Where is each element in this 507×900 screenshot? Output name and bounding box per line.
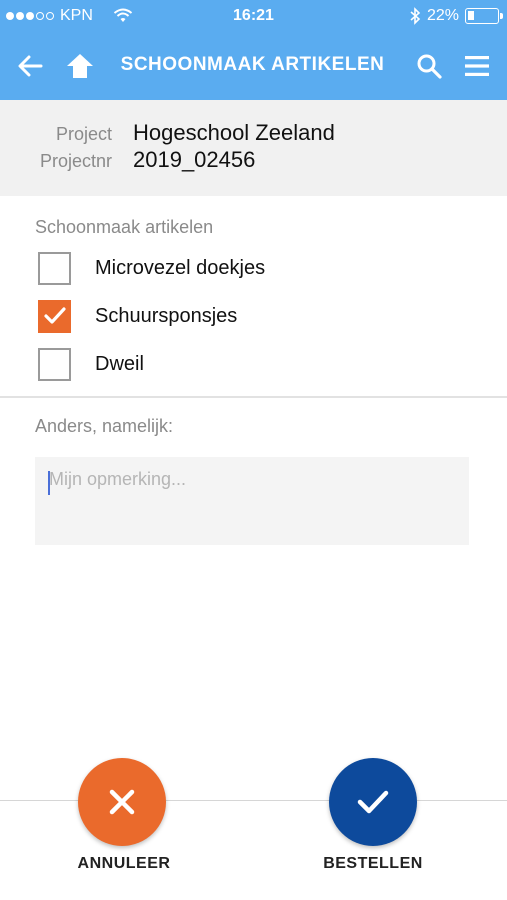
projectnr-row: Projectnr 2019_02456 <box>0 147 507 175</box>
text-caret <box>48 471 50 495</box>
close-icon <box>109 789 135 815</box>
top-bar: KPN 16:21 22% SCHOONMAAK ARTIKELEN <box>0 0 507 100</box>
back-arrow-icon <box>18 55 43 77</box>
project-name: Hogeschool Zeeland <box>133 120 335 145</box>
home-button[interactable] <box>62 48 98 84</box>
project-info: Project Hogeschool Zeeland Projectnr 201… <box>0 100 507 196</box>
back-button[interactable] <box>12 48 48 84</box>
checkbox-label[interactable]: Dweil <box>95 353 144 376</box>
search-button[interactable] <box>411 48 447 84</box>
remark-placeholder: Mijn opmerking... <box>49 469 187 489</box>
cancel-button[interactable] <box>78 758 166 846</box>
checkbox-checked[interactable] <box>38 299 71 333</box>
items-section-title: Schoonmaak artikelen <box>35 217 214 237</box>
other-label: Anders, namelijk: <box>35 416 174 436</box>
project-row: Project Hogeschool Zeeland <box>0 120 507 148</box>
nav-bar: SCHOONMAAK ARTIKELEN <box>0 34 507 100</box>
section-divider <box>0 396 507 398</box>
projectnr-label: Projectnr <box>39 151 112 171</box>
bluetooth-icon <box>410 7 421 25</box>
checkbox[interactable] <box>38 347 71 381</box>
checkbox-row-dweil[interactable]: Dweil <box>38 346 468 382</box>
menu-icon <box>465 56 489 76</box>
order-label[interactable]: BESTELLEN <box>293 855 453 873</box>
checkbox-label[interactable]: Schuursponsjes <box>95 305 237 328</box>
bottom-action-bar <box>0 800 507 900</box>
battery-percent: 22% <box>426 7 459 24</box>
battery-level <box>468 11 474 20</box>
checkbox-row-microvezel[interactable]: Microvezel doekjes <box>38 250 468 286</box>
page-title-text: SCHOONMAAK ARTIKELEN <box>120 54 385 75</box>
project-label: Project <box>55 124 112 144</box>
search-icon <box>417 54 442 79</box>
checkmark-icon <box>43 307 66 324</box>
project-number: 2019_02456 <box>133 147 256 172</box>
checkbox-label[interactable]: Microvezel doekjes <box>95 257 265 280</box>
status-bar: KPN 16:21 22% <box>0 0 507 34</box>
cancel-label[interactable]: ANNULEER <box>44 855 204 873</box>
checkbox-row-schuursponsjes[interactable]: Schuursponsjes <box>38 298 468 334</box>
remark-input[interactable]: Mijn opmerking... <box>35 457 469 545</box>
status-right: 22% <box>409 7 503 25</box>
battery-icon <box>465 8 503 24</box>
home-icon <box>67 54 93 78</box>
menu-button[interactable] <box>459 48 495 84</box>
check-icon <box>357 790 389 814</box>
checkbox[interactable] <box>38 251 71 285</box>
order-button[interactable] <box>329 758 417 846</box>
